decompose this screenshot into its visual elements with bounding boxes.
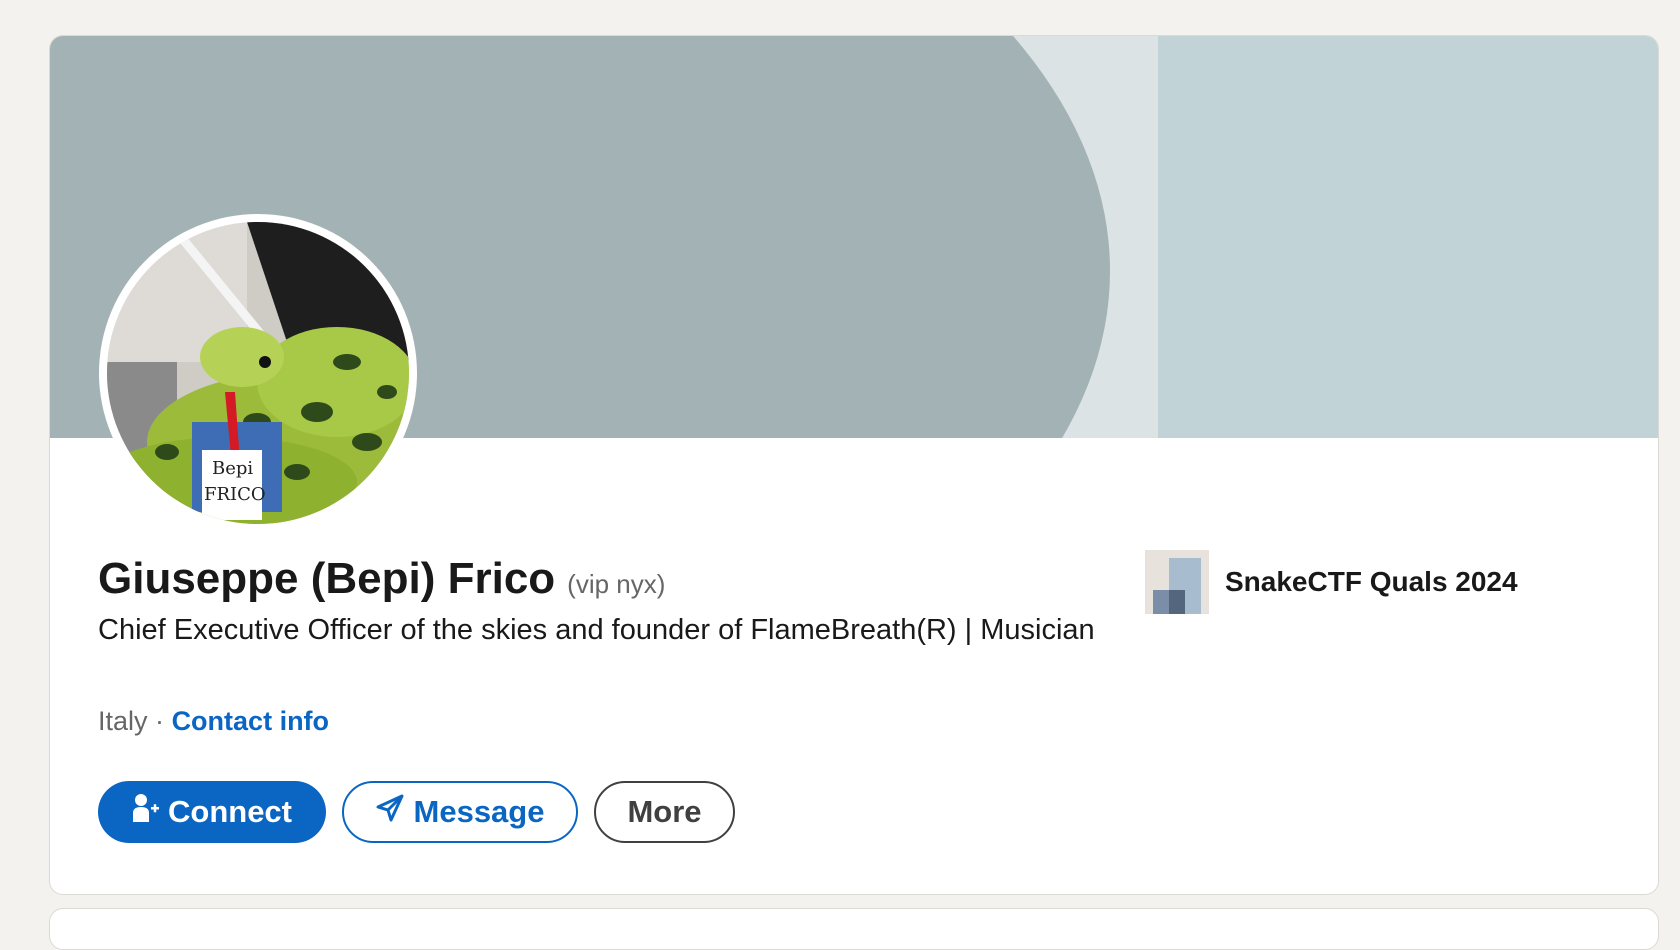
profile-headline: Chief Executive Officer of the skies and… xyxy=(98,614,1095,646)
name-row: Giuseppe (Bepi) Frico (vip nyx) xyxy=(98,554,665,604)
connect-label: Connect xyxy=(168,794,292,829)
company-name: SnakeCTF Quals 2024 xyxy=(1225,566,1518,597)
location-separator: · xyxy=(155,706,165,736)
next-section-card xyxy=(49,908,1659,950)
profile-location: Italy xyxy=(98,706,148,736)
message-label: Message xyxy=(413,794,545,829)
profile-pronoun: (vip nyx) xyxy=(567,569,666,599)
svg-text:FRICO: FRICO xyxy=(204,484,266,505)
message-button[interactable]: Message xyxy=(342,781,578,843)
badge-handwritten-text: Bepi xyxy=(212,458,253,479)
avatar-photo: Bepi FRICO xyxy=(107,222,409,524)
location-row: Italy · Contact info xyxy=(98,706,329,737)
more-label: More xyxy=(627,794,702,829)
banner-right-panel xyxy=(1158,36,1658,438)
company-logo xyxy=(1145,550,1209,614)
profile-name: Giuseppe (Bepi) Frico xyxy=(98,554,556,603)
profile-avatar[interactable]: Bepi FRICO xyxy=(99,214,417,532)
contact-info-link[interactable]: Contact info xyxy=(172,706,329,736)
send-plane-icon xyxy=(376,794,404,830)
current-company-link[interactable]: SnakeCTF Quals 2024 xyxy=(1145,550,1518,614)
connect-button[interactable]: Connect xyxy=(98,781,326,843)
add-person-icon xyxy=(132,793,160,831)
more-button[interactable]: More xyxy=(594,781,735,843)
